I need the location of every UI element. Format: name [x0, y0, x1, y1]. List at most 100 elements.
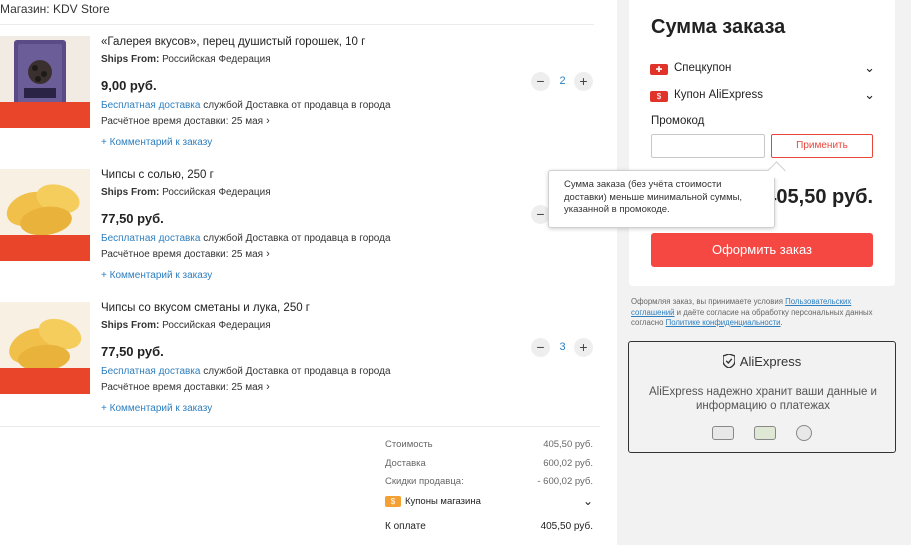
promo-band — [0, 368, 90, 394]
cart-panel: Магазин: KDV Store «Галерея вкусов», пер… — [0, 0, 617, 545]
ships-from-value: Российская Федерация — [162, 187, 271, 198]
security-badge-icon — [711, 425, 734, 440]
secure-payment-box: AliExpress AliExpress надежно хранит ваш… — [628, 341, 896, 453]
product-image[interactable] — [0, 302, 90, 394]
chevron-down-icon: ⌄ — [864, 60, 875, 75]
summary-total: К оплате 405,50 руб. — [385, 521, 593, 532]
security-badge-icon — [796, 424, 813, 441]
product-title[interactable]: «Галерея вкусов», перец душистый горошек… — [101, 36, 365, 48]
chevron-down-icon: ⌄ — [582, 494, 593, 508]
order-total: 405,50 руб. — [765, 186, 873, 208]
increase-quantity-button[interactable]: + — [574, 338, 593, 357]
chevron-right-icon: › — [266, 115, 270, 127]
summary-total-label: К оплате — [385, 521, 426, 532]
delivery-method: службой Доставка от продавца в города — [203, 366, 391, 377]
legal-text: Оформляя заказ, вы принимаете условия — [631, 297, 786, 306]
quantity-value[interactable]: 2 — [552, 75, 573, 87]
security-badge-icon — [754, 425, 776, 440]
delivery-eta[interactable]: Расчётное время доставки: 25 мая › — [101, 248, 270, 260]
product-price: 9,00 руб. — [101, 78, 157, 93]
delivery-method: службой Доставка от продавца в города — [203, 100, 391, 111]
free-delivery-link[interactable]: Бесплатная доставка — [101, 233, 200, 244]
apply-promo-button[interactable]: Применить — [771, 134, 873, 158]
chevron-right-icon: › — [266, 381, 270, 393]
store-name[interactable]: Магазин: KDV Store — [0, 2, 110, 16]
cart-item: Чипсы с солью, 250 г Ships From: Российс… — [0, 169, 600, 294]
ships-from: Ships From: Российская Федерация — [101, 187, 271, 198]
quantity-stepper: − 3 + — [531, 338, 593, 358]
quantity-stepper: − 2 + — [531, 72, 593, 92]
summary-delivery-value: 600,02 руб. — [543, 458, 593, 469]
eta-text: Расчётное время доставки: 25 мая — [101, 116, 264, 127]
increase-quantity-button[interactable]: + — [574, 72, 593, 91]
order-summary-card: Сумма заказа ✚ Спецкупон ⌄ $ Купон AliExpr… — [629, 0, 895, 286]
summary-discount-value: - 600,02 руб. — [537, 476, 593, 487]
ships-from: Ships From: Российская Федерация — [101, 54, 271, 65]
cart-item: Чипсы со вкусом сметаны и лука, 250 г Sh… — [0, 302, 600, 427]
product-title[interactable]: Чипсы с солью, 250 г — [101, 169, 214, 181]
delivery-eta[interactable]: Расчётное время доставки: 25 мая › — [101, 115, 270, 127]
product-title[interactable]: Чипсы со вкусом сметаны и лука, 250 г — [101, 302, 310, 314]
aliexpress-logo: AliExpress — [629, 354, 895, 369]
product-image[interactable] — [0, 36, 90, 128]
privacy-policy-link[interactable]: Политике конфиденциальности — [666, 318, 781, 327]
aliexpress-coupon-dropdown[interactable]: $ Купон AliExpress ⌄ — [650, 87, 875, 102]
promo-band — [0, 235, 90, 261]
product-price: 77,50 руб. — [101, 344, 164, 359]
add-comment-link[interactable]: + Комментарий к заказу — [101, 270, 212, 281]
ships-from-label: Ships From: — [101, 54, 160, 65]
chevron-right-icon: › — [266, 248, 270, 260]
special-coupon-dropdown[interactable]: ✚ Спецкупон ⌄ — [650, 60, 875, 75]
free-delivery-link[interactable]: Бесплатная доставка — [101, 366, 200, 377]
divider — [0, 24, 594, 25]
aliexpress-coupon-label: Купон AliExpress — [674, 89, 763, 101]
coupon-icon: $ — [650, 91, 668, 102]
free-delivery-link[interactable]: Бесплатная доставка — [101, 100, 200, 111]
store-coupons-label: Купоны магазина — [405, 496, 481, 508]
legal-notice: Оформляя заказ, вы принимаете условия По… — [631, 297, 896, 329]
product-image[interactable] — [0, 169, 90, 261]
summary-cost-value: 405,50 руб. — [543, 439, 593, 450]
add-comment-link[interactable]: + Комментарий к заказу — [101, 137, 212, 148]
ships-from: Ships From: Российская Федерация — [101, 320, 271, 331]
delivery-info: Бесплатная доставка службой Доставка от … — [101, 100, 391, 111]
store-coupons-dropdown[interactable]: $ Купоны магазина ⌄ — [385, 494, 593, 508]
secure-payment-text: AliExpress надежно хранит ваши данные и … — [649, 386, 877, 412]
ships-from-value: Российская Федерация — [162, 320, 271, 331]
promo-code-input[interactable] — [651, 134, 765, 158]
promo-tooltip: Сумма заказа (без учёта стоимости достав… — [548, 170, 775, 228]
special-coupon-label: Спецкупон — [674, 62, 732, 74]
decrease-quantity-button[interactable]: − — [531, 72, 550, 91]
coupon-icon: $ — [385, 496, 401, 507]
place-order-button[interactable]: Оформить заказ — [651, 233, 873, 267]
eta-text: Расчётное время доставки: 25 мая — [101, 249, 264, 260]
summary-cost: Стоимость 405,50 руб. — [385, 439, 593, 450]
ships-from-value: Российская Федерация — [162, 54, 271, 65]
legal-text: . — [780, 318, 783, 327]
promo-band — [0, 102, 90, 128]
delivery-info: Бесплатная доставка службой Доставка от … — [101, 233, 391, 244]
product-price: 77,50 руб. — [101, 211, 164, 226]
ships-from-label: Ships From: — [101, 187, 160, 198]
order-summary-title: Сумма заказа — [651, 16, 786, 38]
summary-discount-label: Скидки продавца: — [385, 476, 464, 487]
cart-item: «Галерея вкусов», перец душистый горошек… — [0, 36, 600, 161]
delivery-method: службой Доставка от продавца в города — [203, 233, 391, 244]
summary-delivery-label: Доставка — [385, 458, 426, 469]
aliexpress-brand: AliExpress — [739, 354, 802, 369]
add-comment-link[interactable]: + Комментарий к заказу — [101, 403, 212, 414]
special-coupon-icon: ✚ — [650, 64, 668, 75]
security-badges — [629, 424, 895, 442]
ships-from-label: Ships From: — [101, 320, 160, 331]
shield-icon — [722, 354, 735, 368]
eta-text: Расчётное время доставки: 25 мая — [101, 382, 264, 393]
delivery-info: Бесплатная доставка службой Доставка от … — [101, 366, 391, 377]
delivery-eta[interactable]: Расчётное время доставки: 25 мая › — [101, 381, 270, 393]
summary-delivery: Доставка 600,02 руб. — [385, 458, 593, 469]
summary-total-value: 405,50 руб. — [540, 521, 593, 532]
summary-cost-label: Стоимость — [385, 439, 433, 450]
chevron-down-icon: ⌄ — [864, 87, 875, 102]
quantity-value[interactable]: 3 — [552, 341, 573, 353]
promo-code-label: Промокод — [651, 115, 705, 127]
decrease-quantity-button[interactable]: − — [531, 338, 550, 357]
